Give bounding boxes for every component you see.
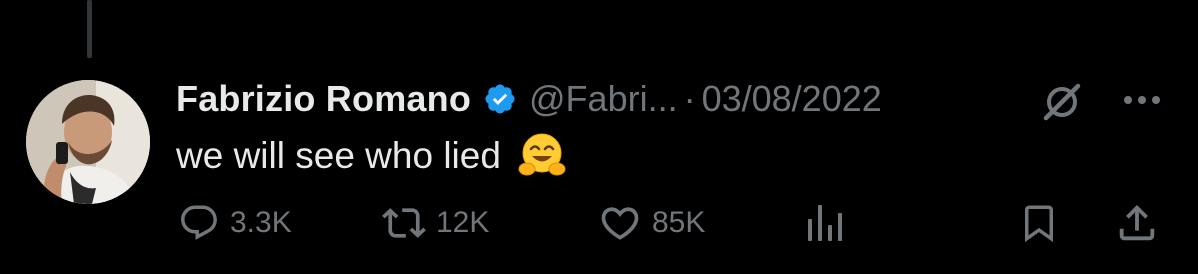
like-count: 85K xyxy=(652,206,706,239)
tweet-date[interactable]: 03/08/2022 xyxy=(702,78,882,120)
verified-badge-icon xyxy=(483,82,517,116)
tweet-body: we will see who lied xyxy=(176,131,567,181)
thread-connector-line xyxy=(87,0,92,58)
hugging-face-emoji-icon xyxy=(517,131,567,181)
avatar[interactable] xyxy=(26,80,150,204)
bookmark-button[interactable] xyxy=(1018,200,1060,246)
share-icon xyxy=(1119,204,1155,241)
share-button[interactable] xyxy=(1114,200,1160,246)
tweet-text: we will see who lied xyxy=(176,135,501,176)
retweet-button[interactable]: 12K xyxy=(382,200,489,246)
author-name[interactable]: Fabrizio Romano xyxy=(176,78,471,120)
bookmark-icon xyxy=(1025,205,1053,243)
heart-icon xyxy=(601,207,639,240)
more-options-icon[interactable] xyxy=(1118,88,1166,112)
reply-button[interactable]: 3.3K xyxy=(178,200,292,246)
author-handle[interactable]: @Fabri... xyxy=(529,78,678,120)
tweet-header: Fabrizio Romano @Fabri... · 03/08/2022 xyxy=(176,74,882,124)
views-icon xyxy=(808,205,842,241)
reply-count: 3.3K xyxy=(230,206,292,239)
retweet-icon xyxy=(382,208,426,238)
views-button[interactable] xyxy=(806,200,846,246)
reply-icon xyxy=(181,205,217,240)
separator-dot: · xyxy=(683,78,696,119)
grok-icon[interactable] xyxy=(1040,80,1084,124)
like-button[interactable]: 85K xyxy=(598,200,705,246)
tweet-actions-bar: 3.3K 12K 85K xyxy=(0,200,1198,246)
avatar-photo xyxy=(26,80,150,204)
retweet-count: 12K xyxy=(436,206,490,239)
